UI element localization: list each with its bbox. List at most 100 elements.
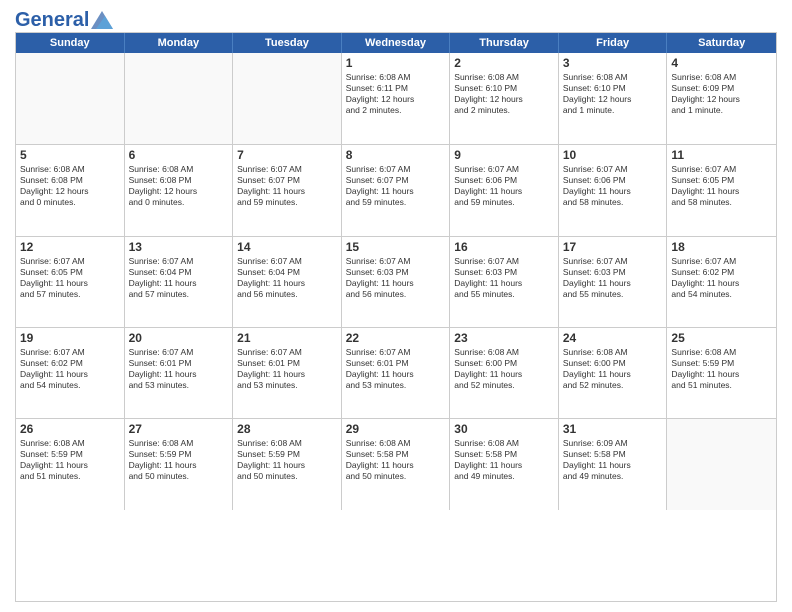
calendar-cell: 10Sunrise: 6:07 AM Sunset: 6:06 PM Dayli…	[559, 145, 668, 235]
calendar-cell: 4 Sunrise: 6:08 AM Sunset: 6:09 PM Daylig…	[667, 53, 776, 144]
day-number: 9	[454, 148, 554, 162]
calendar-cell: 17 Sunrise: 6:07 AM Sunset: 6:03 PM Dayli…	[559, 237, 668, 327]
header: General	[15, 10, 777, 26]
calendar-cell: 28 Sunrise: 6:08 AM Sunset: 5:59 PM Dayli…	[233, 419, 342, 509]
day-number: 17	[563, 240, 663, 254]
day-number: 10	[563, 148, 663, 162]
day-number: 14	[237, 240, 337, 254]
calendar-cell: 6 Sunrise: 6:08 AM Sunset: 6:08 PM Daylig…	[125, 145, 234, 235]
calendar-cell: 27 Sunrise: 6:08 AM Sunset: 5:59 PM Dayli…	[125, 419, 234, 509]
day-number: 24	[563, 331, 663, 345]
cell-info: Sunrise: 6:08 AM Sunset: 5:59 PM Dayligh…	[129, 438, 229, 482]
day-number: 6	[129, 148, 229, 162]
calendar-cell: 15 Sunrise: 6:07 AM Sunset: 6:03 PM Dayli…	[342, 237, 451, 327]
day-number: 25	[671, 331, 772, 345]
cell-info: Sunrise: 6:08 AM Sunset: 5:59 PM Dayligh…	[671, 347, 772, 391]
calendar-cell: 24 Sunrise: 6:08 AM Sunset: 6:00 PM Dayli…	[559, 328, 668, 418]
logo-icon	[91, 11, 113, 29]
cell-info: Sunrise: 6:07 AM Sunset: 6:07 PM Dayligh…	[237, 164, 337, 208]
day-number: 1	[346, 56, 446, 70]
calendar-cell: 30Sunrise: 6:08 AM Sunset: 5:58 PM Dayli…	[450, 419, 559, 509]
cell-info: Sunrise: 6:07 AM Sunset: 6:03 PM Dayligh…	[454, 256, 554, 300]
cell-info: Sunrise: 6:07 AM Sunset: 6:07 PM Dayligh…	[346, 164, 446, 208]
cell-info: Sunrise: 6:07 AM Sunset: 6:05 PM Dayligh…	[671, 164, 772, 208]
calendar-cell: 8 Sunrise: 6:07 AM Sunset: 6:07 PM Daylig…	[342, 145, 451, 235]
cell-info: Sunrise: 6:08 AM Sunset: 6:00 PM Dayligh…	[454, 347, 554, 391]
logo-text: General	[15, 10, 113, 30]
calendar-cell: 7Sunrise: 6:07 AM Sunset: 6:07 PM Daylig…	[233, 145, 342, 235]
cell-info: Sunrise: 6:08 AM Sunset: 6:11 PM Dayligh…	[346, 72, 446, 116]
weekday-header: Tuesday	[233, 33, 342, 53]
cell-info: Sunrise: 6:07 AM Sunset: 6:04 PM Dayligh…	[129, 256, 229, 300]
cell-info: Sunrise: 6:08 AM Sunset: 6:09 PM Dayligh…	[671, 72, 772, 116]
cell-info: Sunrise: 6:08 AM Sunset: 6:00 PM Dayligh…	[563, 347, 663, 391]
day-number: 3	[563, 56, 663, 70]
day-number: 18	[671, 240, 772, 254]
calendar-cell	[667, 419, 776, 509]
day-number: 16	[454, 240, 554, 254]
calendar-cell: 2 Sunrise: 6:08 AM Sunset: 6:10 PM Daylig…	[450, 53, 559, 144]
cell-info: Sunrise: 6:08 AM Sunset: 5:59 PM Dayligh…	[237, 438, 337, 482]
day-number: 21	[237, 331, 337, 345]
day-number: 4	[671, 56, 772, 70]
calendar-cell: 18 Sunrise: 6:07 AM Sunset: 6:02 PM Dayli…	[667, 237, 776, 327]
calendar-cell	[233, 53, 342, 144]
calendar-cell: 20Sunrise: 6:07 AM Sunset: 6:01 PM Dayli…	[125, 328, 234, 418]
calendar-cell: 22Sunrise: 6:07 AM Sunset: 6:01 PM Dayli…	[342, 328, 451, 418]
cell-info: Sunrise: 6:07 AM Sunset: 6:03 PM Dayligh…	[563, 256, 663, 300]
day-number: 13	[129, 240, 229, 254]
day-number: 27	[129, 422, 229, 436]
cell-info: Sunrise: 6:08 AM Sunset: 5:58 PM Dayligh…	[346, 438, 446, 482]
logo: General	[15, 10, 113, 26]
calendar-cell: 14 Sunrise: 6:07 AM Sunset: 6:04 PM Dayli…	[233, 237, 342, 327]
calendar-cell: 21Sunrise: 6:07 AM Sunset: 6:01 PM Dayli…	[233, 328, 342, 418]
day-number: 8	[346, 148, 446, 162]
cell-info: Sunrise: 6:07 AM Sunset: 6:03 PM Dayligh…	[346, 256, 446, 300]
weekday-header: Saturday	[667, 33, 776, 53]
calendar-cell: 31 Sunrise: 6:09 AM Sunset: 5:58 PM Dayli…	[559, 419, 668, 509]
cell-info: Sunrise: 6:07 AM Sunset: 6:04 PM Dayligh…	[237, 256, 337, 300]
cell-info: Sunrise: 6:07 AM Sunset: 6:05 PM Dayligh…	[20, 256, 120, 300]
day-number: 28	[237, 422, 337, 436]
cell-info: Sunrise: 6:08 AM Sunset: 5:59 PM Dayligh…	[20, 438, 120, 482]
weekday-header: Wednesday	[342, 33, 451, 53]
calendar-cell: 26Sunrise: 6:08 AM Sunset: 5:59 PM Dayli…	[16, 419, 125, 509]
day-number: 2	[454, 56, 554, 70]
day-number: 29	[346, 422, 446, 436]
cell-info: Sunrise: 6:08 AM Sunset: 6:10 PM Dayligh…	[454, 72, 554, 116]
calendar-cell: 25 Sunrise: 6:08 AM Sunset: 5:59 PM Dayli…	[667, 328, 776, 418]
calendar-cell: 19 Sunrise: 6:07 AM Sunset: 6:02 PM Dayli…	[16, 328, 125, 418]
calendar-cell	[16, 53, 125, 144]
page: General SundayMondayTuesdayWednesdayThur…	[0, 0, 792, 612]
calendar-cell: 5Sunrise: 6:08 AM Sunset: 6:08 PM Daylig…	[16, 145, 125, 235]
day-number: 31	[563, 422, 663, 436]
calendar-row: 5 Sunrise: 6:08 AM Sunset: 6:08 PM Daylig…	[16, 144, 776, 235]
calendar-cell: 12 Sunrise: 6:07 AM Sunset: 6:05 PM Dayli…	[16, 237, 125, 327]
cell-info: Sunrise: 6:07 AM Sunset: 6:02 PM Dayligh…	[671, 256, 772, 300]
calendar-cell: 9 Sunrise: 6:07 AM Sunset: 6:06 PM Daylig…	[450, 145, 559, 235]
cell-info: Sunrise: 6:09 AM Sunset: 5:58 PM Dayligh…	[563, 438, 663, 482]
weekday-header: Monday	[125, 33, 234, 53]
cell-info: Sunrise: 6:07 AM Sunset: 6:06 PM Dayligh…	[454, 164, 554, 208]
day-number: 5	[20, 148, 120, 162]
day-number: 22	[346, 331, 446, 345]
cell-info: Sunrise: 6:08 AM Sunset: 6:08 PM Dayligh…	[129, 164, 229, 208]
cell-info: Sunrise: 6:07 AM Sunset: 6:01 PM Dayligh…	[129, 347, 229, 391]
calendar-cell: 11 Sunrise: 6:07 AM Sunset: 6:05 PM Dayli…	[667, 145, 776, 235]
day-number: 11	[671, 148, 772, 162]
calendar-cell: 23Sunrise: 6:08 AM Sunset: 6:00 PM Dayli…	[450, 328, 559, 418]
day-number: 15	[346, 240, 446, 254]
cell-info: Sunrise: 6:07 AM Sunset: 6:02 PM Dayligh…	[20, 347, 120, 391]
day-number: 30	[454, 422, 554, 436]
day-number: 19	[20, 331, 120, 345]
calendar: SundayMondayTuesdayWednesdayThursdayFrid…	[15, 32, 777, 602]
weekday-header: Sunday	[16, 33, 125, 53]
calendar-row: 19 Sunrise: 6:07 AM Sunset: 6:02 PM Dayli…	[16, 327, 776, 418]
cell-info: Sunrise: 6:08 AM Sunset: 6:10 PM Dayligh…	[563, 72, 663, 116]
weekday-header: Thursday	[450, 33, 559, 53]
calendar-row: 12 Sunrise: 6:07 AM Sunset: 6:05 PM Dayli…	[16, 236, 776, 327]
day-number: 12	[20, 240, 120, 254]
calendar-cell: 29 Sunrise: 6:08 AM Sunset: 5:58 PM Dayli…	[342, 419, 451, 509]
calendar-body: 1 Sunrise: 6:08 AM Sunset: 6:11 PM Daylig…	[16, 53, 776, 601]
calendar-cell	[125, 53, 234, 144]
